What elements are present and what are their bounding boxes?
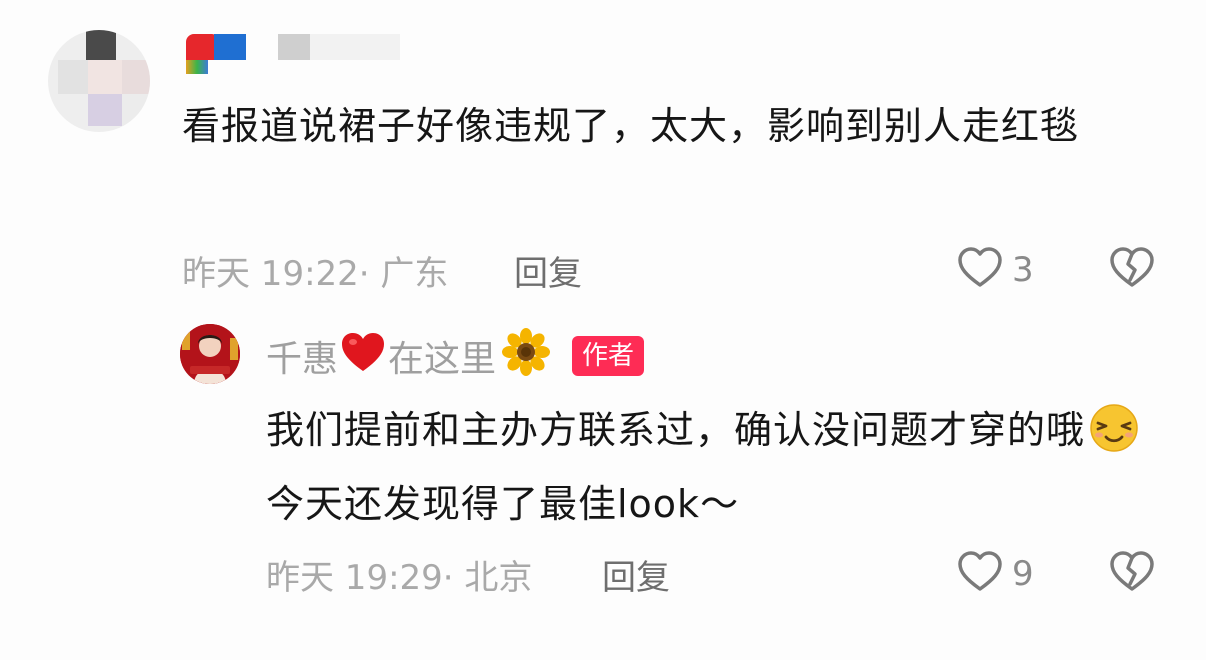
author-name-suffix: 在这里 (388, 339, 497, 380)
like-button[interactable]: 9 (956, 548, 1034, 600)
dislike-button[interactable] (1108, 244, 1156, 296)
reply-text-part1: 我们提前和主办方联系过，确认没问题才穿的哦 (266, 408, 1086, 452)
heart-outline-icon (956, 244, 1004, 296)
reply-timestamp-location: 昨天 19:29· 北京 (266, 558, 533, 598)
like-count: 3 (1012, 250, 1034, 290)
dislike-button[interactable] (1108, 548, 1156, 600)
comment-timestamp-location: 昨天 19:22· 广东 (182, 254, 449, 294)
broken-heart-icon (1108, 551, 1156, 600)
sunflower-emoji-icon (502, 327, 551, 385)
like-button[interactable]: 3 (956, 244, 1034, 296)
broken-heart-icon (1108, 247, 1156, 296)
author-name-text: 千惠 (266, 339, 339, 380)
commenter-name[interactable] (184, 30, 404, 74)
commenter-avatar[interactable] (48, 30, 150, 132)
reply-button[interactable]: 回复 (514, 246, 582, 295)
like-count: 9 (1012, 554, 1034, 594)
reply-text-part2: 今天还发现得了最佳look～ (266, 482, 740, 526)
comment-text: 看报道说裙子好像违规了，太大，影响到别人走红毯 (182, 104, 1080, 148)
author-header: 千惠 在这里 作者 (266, 327, 645, 385)
author-badge: 作者 (572, 336, 645, 376)
author-avatar[interactable] (180, 324, 240, 384)
comment-section: 看报道说裙子好像违规了，太大，影响到别人走红毯 昨天 19:22· 广东 回复 … (0, 0, 1206, 660)
reply-text: 我们提前和主办方联系过，确认没问题才穿的哦 今天还发现得了最佳look～ (266, 398, 1166, 536)
smiling-face-emoji-icon (1085, 403, 1143, 472)
author-name[interactable]: 千惠 在这里 (266, 327, 551, 385)
red-heart-emoji-icon (340, 331, 386, 382)
heart-outline-icon (956, 548, 1004, 600)
reply-button[interactable]: 回复 (602, 550, 670, 599)
